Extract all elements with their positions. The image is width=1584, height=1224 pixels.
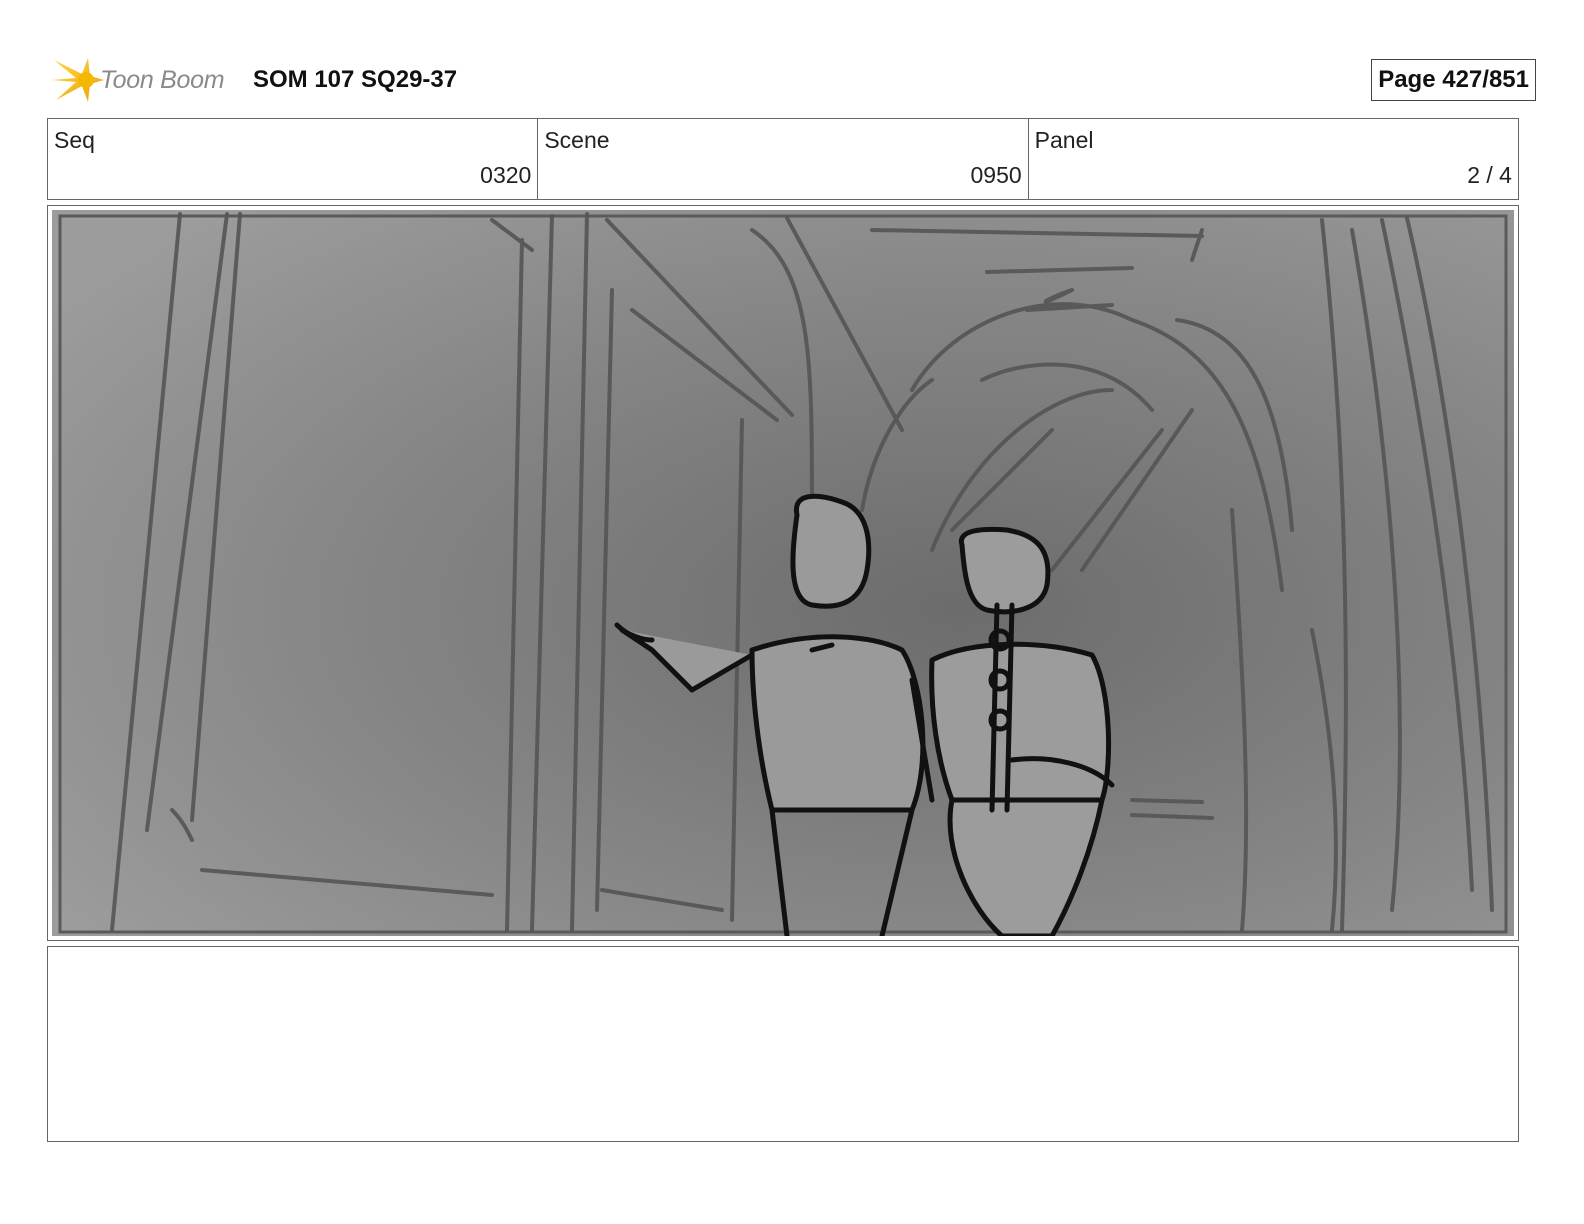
scene-cell: Scene 0950 <box>538 119 1029 199</box>
document-title: SOM 107 SQ29-37 <box>253 66 458 93</box>
panel-info-row: Seq 0320 Scene 0950 Panel 2 / 4 <box>47 118 1519 200</box>
logo-text: Toon Boom <box>100 65 225 94</box>
storyboard-panel-frame <box>47 205 1519 941</box>
page-header: Toon Boom SOM 107 SQ29-37 Page 427/851 <box>50 54 1536 106</box>
seq-label: Seq <box>54 127 95 153</box>
panel-value: 2 / 4 <box>1467 162 1512 188</box>
scene-label: Scene <box>544 127 610 153</box>
seq-cell: Seq 0320 <box>48 119 539 199</box>
toon-boom-logo: Toon Boom <box>52 54 242 106</box>
page-indicator: Page 427/851 <box>1371 59 1536 101</box>
seq-value: 0320 <box>480 162 532 188</box>
scene-value: 0950 <box>970 162 1022 188</box>
panel-cell: Panel 2 / 4 <box>1029 119 1518 199</box>
storyboard-sketch-image <box>52 210 1514 936</box>
panel-notes-box <box>47 946 1519 1142</box>
panel-label: Panel <box>1034 127 1094 153</box>
starburst-icon <box>52 58 104 102</box>
